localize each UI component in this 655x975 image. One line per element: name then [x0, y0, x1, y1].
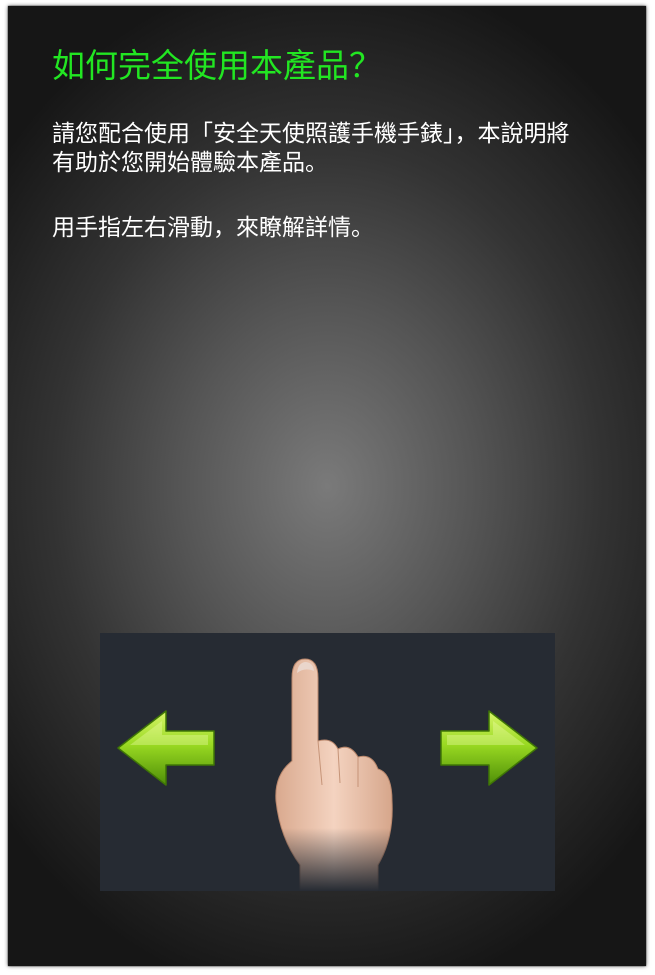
intro-text: 請您配合使用「安全天使照護手機手錶」，本說明將 有助於您開始體驗本產品。 [52, 120, 642, 178]
tutorial-page[interactable]: 如何完全使用本產品？ 請您配合使用「安全天使照護手機手錶」，本說明將 有助於您開… [8, 6, 646, 966]
swipe-gesture-illustration [100, 633, 555, 891]
swipe-instruction: 用手指左右滑動，來瞭解詳情。 [52, 215, 374, 241]
arrow-left-icon [117, 710, 215, 786]
page-title: 如何完全使用本產品？ [52, 46, 382, 85]
pointing-finger-icon [270, 658, 400, 891]
intro-line-1: 請您配合使用「安全天使照護手機手錶」，本說明將 [52, 121, 570, 147]
arrow-right-icon [440, 710, 538, 786]
intro-line-2: 有助於您開始體驗本產品。 [52, 150, 328, 176]
